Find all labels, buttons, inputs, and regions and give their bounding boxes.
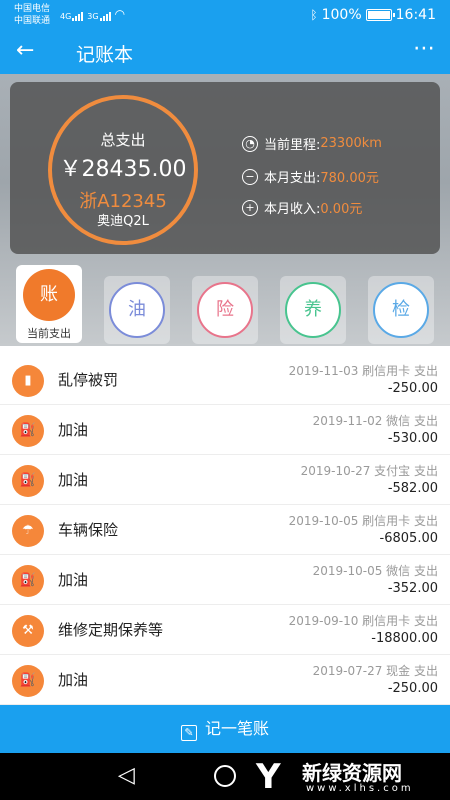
summary-card: 总支出 ￥28435.00 浙A12345 奥迪Q2L ◔ 当前里程: 2330… xyxy=(10,82,440,254)
total-expense-amount: ￥28435.00 xyxy=(59,157,187,182)
insurance-tab-icon: 险 xyxy=(197,282,253,338)
umbrella-car-icon: ☂ xyxy=(12,515,44,547)
month-income-label: 本月收入: xyxy=(264,202,321,217)
system-nav-bar: ◁ Y 新绿资源网 www.xlhs.com xyxy=(0,753,450,800)
tab-inspection[interactable]: 检 xyxy=(368,276,434,344)
tab-label: 当前支出 xyxy=(27,327,71,340)
network-type-1: 4G xyxy=(60,12,72,21)
list-item[interactable]: ▮ 乱停被罚 2019-11-03 刷信用卡 支出 -250.00 xyxy=(0,355,450,405)
total-expense-circle: 总支出 ￥28435.00 浙A12345 奥迪Q2L xyxy=(48,95,198,245)
signal-bars-icon xyxy=(99,12,111,21)
fuel-pump-icon: ⛽ xyxy=(12,665,44,697)
carrier-1: 中国电信 xyxy=(14,4,51,14)
record-name: 车辆保险 xyxy=(58,521,119,539)
record-name: 维修定期保养等 xyxy=(58,621,164,639)
watermark-logo-icon: Y xyxy=(256,757,281,797)
record-name: 加油 xyxy=(58,471,89,489)
fuel-pump-icon: ⛽ xyxy=(12,565,44,597)
fuel-pump-icon: ⛽ xyxy=(12,415,44,447)
record-amount: -250.00 xyxy=(387,381,438,396)
add-record-button[interactable]: ✎ 记一笔账 xyxy=(0,705,450,753)
tab-maintenance[interactable]: 养 xyxy=(280,276,346,344)
app-bar: ← 记账本 ⋯ xyxy=(0,32,450,74)
record-amount: -250.00 xyxy=(387,681,438,696)
month-income-row: + 本月收入: 0.00元 xyxy=(242,198,362,217)
record-meta: 2019-09-10 刷信用卡 支出 xyxy=(288,614,438,628)
tab-current-expense[interactable]: 账 当前支出 xyxy=(16,265,82,343)
more-options-icon[interactable]: ⋯ xyxy=(413,36,436,61)
record-name: 加油 xyxy=(58,671,89,689)
list-item[interactable]: ⛽ 加油 2019-07-27 现金 支出 -250.00 xyxy=(0,655,450,705)
record-meta: 2019-10-05 微信 支出 xyxy=(312,564,438,578)
record-meta: 2019-11-03 刷信用卡 支出 xyxy=(288,364,438,378)
total-expense-label: 总支出 xyxy=(100,131,146,149)
battery-icon xyxy=(365,9,395,21)
ledger-tab-icon: 账 xyxy=(23,269,75,321)
record-amount: -18800.00 xyxy=(371,631,438,646)
car-model: 奥迪Q2L xyxy=(97,214,149,229)
tab-fuel[interactable]: 油 xyxy=(104,276,170,344)
status-right: ᛒ 100% 16:41 xyxy=(310,7,436,23)
network-type-2: 3G xyxy=(87,12,99,21)
record-name: 加油 xyxy=(58,571,89,589)
inspection-tab-icon: 检 xyxy=(373,282,429,338)
list-item[interactable]: ⚒ 维修定期保养等 2019-09-10 刷信用卡 支出 -18800.00 xyxy=(0,605,450,655)
nav-back-icon[interactable]: ◁ xyxy=(118,763,135,788)
mileage-value: 23300km xyxy=(320,136,382,151)
record-meta: 2019-11-02 微信 支出 xyxy=(312,414,438,428)
status-bar: 中国电信 中国联通 4G 3G ◠ ᛒ 100% 16:41 xyxy=(0,0,450,32)
bluetooth-icon: ᛒ xyxy=(310,8,318,22)
tab-insurance[interactable]: 险 xyxy=(192,276,258,344)
watermark-site: www.xlhs.com xyxy=(306,783,414,794)
record-amount: -6805.00 xyxy=(379,531,438,546)
record-amount: -352.00 xyxy=(387,581,438,596)
record-name: 加油 xyxy=(58,421,89,439)
fuel-pump-icon: ⛽ xyxy=(12,465,44,497)
month-income-value: 0.00元 xyxy=(320,202,363,217)
list-item[interactable]: ⛽ 加油 2019-10-05 微信 支出 -352.00 xyxy=(0,555,450,605)
repair-car-icon: ⚒ xyxy=(12,615,44,647)
carrier-info: 中国电信 中国联通 xyxy=(14,3,50,27)
clock: 16:41 xyxy=(395,7,436,23)
record-meta: 2019-10-27 支付宝 支出 xyxy=(300,464,438,478)
record-amount: -582.00 xyxy=(387,481,438,496)
wifi-icon: ◠ xyxy=(114,7,126,21)
plus-circle-icon: + xyxy=(242,199,258,216)
record-meta: 2019-10-05 刷信用卡 支出 xyxy=(288,514,438,528)
month-expense-value: 780.00元 xyxy=(320,171,379,186)
carrier-2: 中国联通 xyxy=(14,16,51,26)
speedometer-icon: ◔ xyxy=(242,135,258,152)
list-item[interactable]: ☂ 车辆保险 2019-10-05 刷信用卡 支出 -6805.00 xyxy=(0,505,450,555)
records-list: ▮ 乱停被罚 2019-11-03 刷信用卡 支出 -250.00 ⛽ 加油 2… xyxy=(0,350,450,705)
add-record-label: 记一笔账 xyxy=(204,719,269,738)
list-item[interactable]: ⛽ 加油 2019-10-27 支付宝 支出 -582.00 xyxy=(0,455,450,505)
mileage-label: 当前里程: xyxy=(264,138,321,153)
maintenance-tab-icon: 养 xyxy=(285,282,341,338)
edit-icon: ✎ xyxy=(180,725,197,741)
back-arrow-icon[interactable]: ← xyxy=(16,38,34,63)
page-title: 记账本 xyxy=(76,44,134,66)
signal-bars-icon xyxy=(72,12,84,21)
minus-circle-icon: − xyxy=(242,168,258,185)
nav-home-icon[interactable] xyxy=(214,765,236,787)
fuel-tab-icon: 油 xyxy=(109,282,165,338)
mileage-row: ◔ 当前里程: 23300km xyxy=(242,134,382,153)
signal-indicators: 4G 3G ◠ xyxy=(60,7,125,21)
record-meta: 2019-07-27 现金 支出 xyxy=(312,664,438,678)
list-item[interactable]: ⛽ 加油 2019-11-02 微信 支出 -530.00 xyxy=(0,405,450,455)
battery-percent: 100% xyxy=(321,7,362,23)
record-name: 乱停被罚 xyxy=(58,371,119,389)
month-expense-label: 本月支出: xyxy=(264,171,321,186)
watermark-title: 新绿资源网 xyxy=(302,761,402,785)
record-amount: -530.00 xyxy=(387,431,438,446)
traffic-light-icon: ▮ xyxy=(12,365,44,397)
month-expense-row: − 本月支出: 780.00元 xyxy=(242,167,379,186)
